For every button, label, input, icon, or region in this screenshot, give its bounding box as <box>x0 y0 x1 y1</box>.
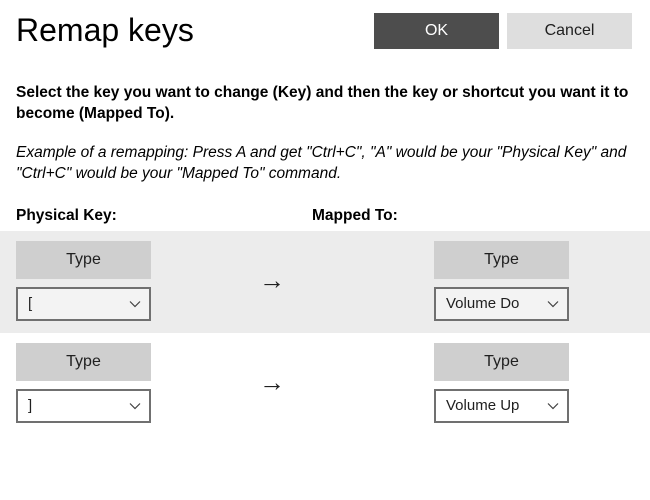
page-title: Remap keys <box>16 12 366 49</box>
chevron-down-icon <box>547 402 559 410</box>
type-button[interactable]: Type <box>16 241 151 279</box>
column-header-physical: Physical Key: <box>16 207 232 225</box>
mapping-row: Type [ → Type Volume Do <box>0 231 650 333</box>
chevron-down-icon <box>129 402 141 410</box>
mapping-row: Type ] → Type Volume Up <box>0 333 650 435</box>
column-header-mapped: Mapped To: <box>312 207 398 225</box>
type-button[interactable]: Type <box>16 343 151 381</box>
mapped-key-select[interactable]: Volume Do <box>434 287 569 321</box>
physical-key-select[interactable]: [ <box>16 287 151 321</box>
arrow-icon: → <box>232 367 312 398</box>
type-button[interactable]: Type <box>434 343 569 381</box>
select-value: Volume Up <box>446 397 541 414</box>
cancel-button[interactable]: Cancel <box>507 13 632 49</box>
select-value: [ <box>28 295 123 312</box>
type-button[interactable]: Type <box>434 241 569 279</box>
chevron-down-icon <box>129 300 141 308</box>
arrow-icon: → <box>232 265 312 296</box>
chevron-down-icon <box>547 300 559 308</box>
mapped-key-select[interactable]: Volume Up <box>434 389 569 423</box>
physical-key-select[interactable]: ] <box>16 389 151 423</box>
select-value: ] <box>28 397 123 414</box>
instruction-text: Select the key you want to change (Key) … <box>16 83 634 125</box>
select-value: Volume Do <box>446 295 541 312</box>
ok-button[interactable]: OK <box>374 13 499 49</box>
example-text: Example of a remapping: Press A and get … <box>16 143 634 185</box>
